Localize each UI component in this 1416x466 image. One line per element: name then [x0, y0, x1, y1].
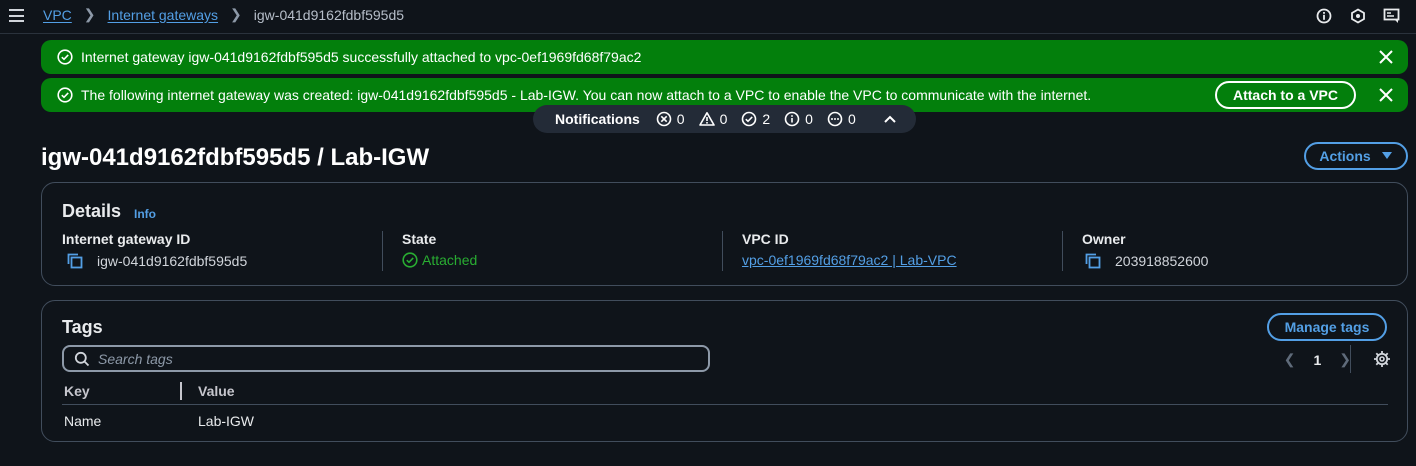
state-value: Attached — [422, 252, 478, 268]
caret-down-icon — [1381, 152, 1392, 159]
success-check-icon — [57, 49, 73, 65]
tag-value-cell: Lab-IGW — [198, 413, 255, 429]
actions-label: Actions — [1319, 148, 1371, 164]
breadcrumb-vpc-link[interactable]: VPC — [43, 7, 72, 23]
breadcrumb-internet-gateways-link[interactable]: Internet gateways — [108, 7, 219, 23]
table-row: Name Lab-IGW — [62, 413, 1388, 433]
details-header: Details — [62, 201, 122, 221]
chevron-right-icon: ❯ — [230, 6, 242, 22]
in-progress-icon — [827, 111, 843, 127]
warning-icon — [698, 112, 715, 126]
info-count: 0 — [784, 111, 813, 127]
flash-message: Internet gateway igw-041d9162fdbf595d5 s… — [81, 49, 642, 65]
info-link[interactable]: Info — [134, 207, 156, 221]
search-tags-input[interactable] — [98, 350, 678, 367]
pager-divider — [1350, 345, 1351, 373]
owner-value: 203918852600 — [1115, 253, 1209, 269]
current-page[interactable]: 1 — [1313, 352, 1321, 368]
breadcrumb-current: igw-041d9162fdbf595d5 — [253, 6, 405, 23]
attach-to-vpc-button[interactable]: Attach to a VPC — [1214, 81, 1356, 109]
warning-count: 0 — [698, 111, 727, 127]
info-icon[interactable] — [1314, 6, 1334, 26]
owner-field: Owner 203918852600 — [1062, 231, 1209, 271]
manage-tags-button[interactable]: Manage tags — [1267, 313, 1387, 341]
top-navigation-bar: VPC ❯ Internet gateways ❯ igw-041d9162fd… — [0, 0, 1416, 34]
column-divider — [722, 231, 723, 271]
status-success-icon — [402, 252, 418, 268]
notifications-title: Notifications — [555, 111, 640, 127]
column-header-value[interactable]: Value — [198, 383, 235, 399]
gateway-id-label: Internet gateway ID — [62, 231, 191, 247]
actions-dropdown-button[interactable]: Actions — [1304, 142, 1408, 170]
breadcrumb: VPC ❯ Internet gateways ❯ igw-041d9162fd… — [43, 6, 404, 23]
previous-page-icon[interactable]: ❮ — [1284, 351, 1296, 368]
column-divider — [382, 231, 383, 271]
gateway-id-value: igw-041d9162fdbf595d5 — [97, 253, 248, 269]
feedback-icon[interactable] — [1382, 6, 1402, 26]
pagination: ❮ 1 ❯ — [1284, 351, 1351, 368]
security-icon[interactable] — [1348, 6, 1368, 26]
tags-panel: Tags Manage tags ❮ 1 ❯ Key Value Name La… — [41, 300, 1408, 442]
search-icon — [74, 351, 90, 366]
page-title: igw-041d9162fdbf595d5 / Lab-IGW — [41, 144, 430, 171]
vpc-id-label: VPC ID — [742, 231, 789, 247]
column-divider — [1062, 231, 1063, 271]
column-resize-handle[interactable] — [180, 382, 182, 400]
chevron-up-icon[interactable] — [882, 111, 898, 127]
close-icon[interactable] — [1378, 49, 1394, 65]
utility-icons — [1314, 6, 1402, 26]
state-field: State Attached — [382, 231, 478, 271]
copy-icon[interactable] — [1084, 252, 1102, 270]
flash-message: The following internet gateway was creat… — [81, 87, 1092, 103]
tags-table-header: Key Value — [62, 382, 1388, 405]
chevron-right-icon: ❯ — [83, 6, 96, 22]
error-count: 0 — [656, 111, 685, 127]
menu-icon[interactable] — [9, 9, 24, 22]
error-icon — [656, 111, 672, 127]
success-count: 2 — [741, 111, 770, 127]
gear-icon[interactable] — [1373, 350, 1391, 368]
vpc-id-field: VPC ID vpc-0ef1969fd68f79ac2 | Lab-VPC — [722, 231, 957, 271]
column-header-key[interactable]: Key — [64, 383, 90, 399]
copy-icon[interactable] — [66, 252, 84, 270]
search-tags-field[interactable] — [62, 345, 710, 372]
vpc-id-link[interactable]: vpc-0ef1969fd68f79ac2 | Lab-VPC — [742, 252, 957, 268]
close-icon[interactable] — [1378, 87, 1394, 103]
details-panel: Details Info Internet gateway ID igw-041… — [41, 182, 1408, 286]
success-icon — [742, 111, 757, 127]
tag-key-cell: Name — [64, 413, 102, 429]
in-progress-count: 0 — [827, 111, 856, 127]
flash-success-attached: Internet gateway igw-041d9162fdbf595d5 s… — [41, 40, 1408, 74]
state-label: State — [402, 231, 437, 247]
gateway-id-field: Internet gateway ID igw-041d9162fdbf595d… — [62, 231, 247, 271]
owner-label: Owner — [1082, 231, 1126, 247]
tags-header: Tags — [62, 317, 103, 337]
info-icon — [784, 111, 800, 127]
success-check-icon — [57, 87, 73, 103]
notifications-bar[interactable]: Notifications 0 0 2 0 0 — [533, 105, 916, 133]
